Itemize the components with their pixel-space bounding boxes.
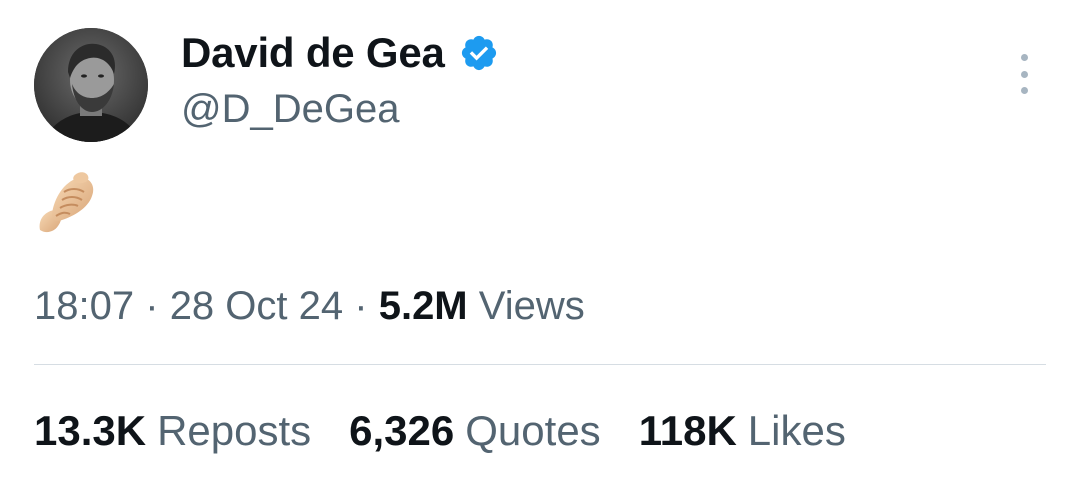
- author-name-row[interactable]: David de Gea: [181, 26, 499, 80]
- likes-stat[interactable]: 118K Likes: [639, 404, 846, 458]
- quotes-stat[interactable]: 6,326 Quotes: [349, 404, 601, 458]
- quotes-count: 6,326: [349, 407, 455, 454]
- engagement-stats: 13.3K Reposts 6,326 Quotes 118K Likes: [34, 404, 884, 458]
- tweet-time[interactable]: 18:07: [34, 284, 134, 328]
- reposts-stat[interactable]: 13.3K Reposts: [34, 404, 311, 458]
- tweet-content: [34, 168, 100, 238]
- meta-separator: ·: [145, 284, 159, 328]
- more-vertical-icon[interactable]: [1008, 54, 1040, 94]
- reposts-count: 13.3K: [34, 407, 147, 454]
- tweet-meta: 18:07 · 28 Oct 24 · 5.2M Views: [34, 280, 585, 332]
- verified-badge-icon[interactable]: [459, 33, 499, 73]
- views-count: 5.2M: [378, 284, 468, 328]
- menu-dot: [1020, 70, 1028, 78]
- meta-separator: ·: [354, 284, 368, 328]
- author-handle[interactable]: @D_DeGea: [181, 83, 399, 135]
- pinched-fingers-emoji: [39, 172, 94, 233]
- menu-dot: [1020, 54, 1028, 61]
- quotes-label: Quotes: [465, 407, 601, 454]
- likes-label: Likes: [747, 407, 846, 454]
- tweet-date[interactable]: 28 Oct 24: [170, 284, 343, 328]
- likes-count: 118K: [638, 407, 737, 454]
- avatar[interactable]: [34, 28, 148, 142]
- views-label: Views: [478, 284, 585, 328]
- menu-dot: [1020, 87, 1028, 94]
- divider: [34, 364, 1046, 365]
- author-display-name[interactable]: David de Gea: [181, 26, 445, 80]
- profile-photo: [34, 28, 148, 142]
- reposts-label: Reposts: [157, 407, 312, 454]
